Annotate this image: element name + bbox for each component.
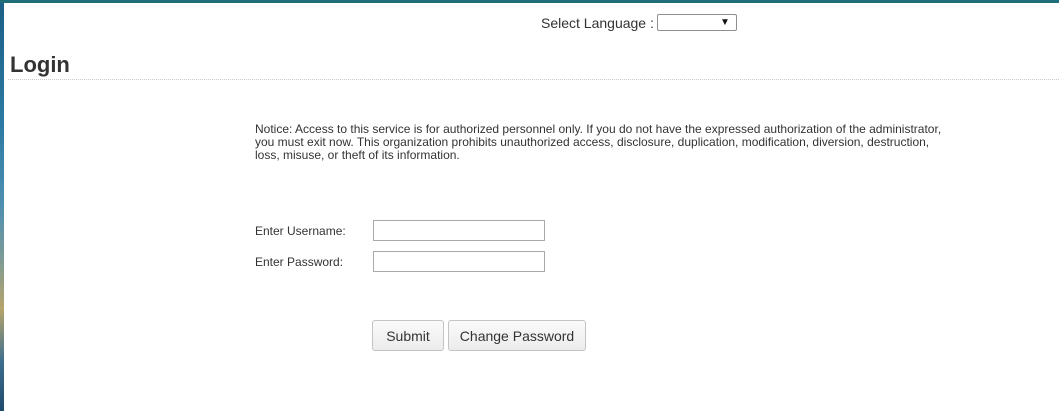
username-label: Enter Username: [255,223,346,238]
access-notice: Notice: Access to this service is for au… [255,122,942,162]
page-title: Login [10,52,70,77]
submit-button[interactable]: Submit [372,320,444,351]
password-label: Enter Password: [255,254,344,269]
language-selector-bar: Select Language : ▼ [541,13,737,32]
top-border [0,0,1059,3]
username-row: Enter Username: [255,220,545,241]
dropdown-arrow-icon: ▼ [719,17,730,28]
login-page: Select Language : ▼ Login Notice: Access… [0,0,1059,411]
language-select[interactable]: ▼ [656,14,737,31]
change-password-button[interactable]: Change Password [448,320,586,351]
password-row: Enter Password: [255,251,545,272]
password-input[interactable] [373,251,545,272]
username-input[interactable] [373,220,545,241]
title-divider [8,79,1059,80]
left-background-strip [0,3,4,411]
language-label: Select Language : [541,14,654,31]
